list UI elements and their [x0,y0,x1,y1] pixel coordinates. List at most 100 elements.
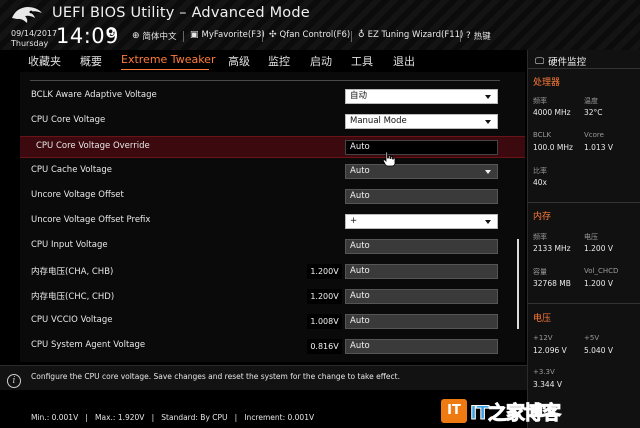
ratio-value: 40x [533,178,547,187]
tab-favorites[interactable]: 收藏夹 [28,53,61,69]
mem-capacity-value: 32768 MB [533,279,571,288]
tab-tool[interactable]: 工具 [351,53,373,69]
hardware-monitor-title: 🖵 硬件监控 [535,54,587,69]
input-value: Auto [350,241,370,251]
cpu-core-voltage-override-input[interactable]: Auto [345,140,498,155]
tab-main[interactable]: 概要 [80,53,102,69]
setting-label: CPU Cache Voltage [31,165,113,175]
date-text: 09/14/2017 [11,29,58,38]
input-value: Auto [350,266,370,276]
setting-row-uncore-offset-prefix[interactable]: Uncore Voltage Offset Prefix + [20,211,525,233]
bclk-label: BCLK [533,131,552,139]
setting-row-cpu-system-agent-voltage[interactable]: CPU System Agent Voltage 0.816V Auto [20,336,525,358]
v12-label: +12V [533,334,553,342]
mem-freq-value: 2133 MHz [533,244,571,253]
setting-row-cpu-cache-voltage[interactable]: CPU Cache Voltage Auto [20,161,525,183]
input-value: Auto [350,316,370,326]
setting-row-cpu-vccio-voltage[interactable]: CPU VCCIO Voltage 1.008V Auto [20,311,525,333]
setting-row-bclk-aware[interactable]: BCLK Aware Adaptive Voltage 自动 [20,86,525,108]
setting-row-dram-voltage-chab[interactable]: 内存电压(CHA, CHB) 1.200V Auto [20,261,525,283]
date-display: 09/14/2017 Thursday [11,29,57,49]
myfavorite-button[interactable]: ▣ MyFavorite(F3) [190,30,265,40]
tab-exit[interactable]: 退出 [393,53,415,69]
setting-row-uncore-voltage-offset[interactable]: Uncore Voltage Offset Auto [20,186,525,208]
v33-value: 3.344 V [533,380,562,389]
setting-label: CPU VCCIO Voltage [31,315,113,325]
ez-tuning-wizard-button[interactable]: ♁ EZ Tuning Wizard(F11) [358,30,463,40]
setting-label: Uncore Voltage Offset Prefix [31,215,151,225]
dropdown-value: Auto [350,166,370,176]
cpu-freq-value: 4000 MHz [533,108,571,117]
divider [527,303,640,304]
hand-cursor-icon [382,151,396,167]
fan-icon: ✣ [269,30,277,40]
monitor-title-text: 硬件监控 [548,57,587,68]
setting-row-cpu-core-voltage-override[interactable]: CPU Core Voltage Override Auto [20,136,525,158]
current-voltage: 1.200V [307,264,342,279]
scrollbar[interactable] [517,239,519,329]
myfavorite-label: MyFavorite(F3) [201,30,265,40]
tab-advanced[interactable]: 高级 [228,53,250,69]
chevron-down-icon [485,170,491,174]
rog-logo-icon [12,7,42,23]
bios-title: UEFI BIOS Utility – Advanced Mode [52,5,310,21]
vol-chcd-label: Vol_CHCD [584,267,619,275]
input-value: Auto [350,142,370,152]
dram-voltage-chcd-input[interactable]: Auto [345,289,498,304]
chevron-down-icon [485,120,491,124]
setting-row-dram-voltage-chcd[interactable]: 内存电压(CHC, CHD) 1.200V Auto [20,286,525,308]
ez-tuning-label: EZ Tuning Wizard(F11) [367,30,464,40]
cpu-cache-voltage-dropdown[interactable]: Auto [345,164,498,179]
setting-label: BCLK Aware Adaptive Voltage [31,90,157,100]
vcore-label: Vcore [584,131,604,139]
setting-label: CPU System Agent Voltage [31,340,146,350]
v12-value: 12.096 V [533,346,567,355]
processor-heading: 处理器 [533,78,561,88]
input-value: Auto [350,291,370,301]
setting-label: 内存电压(CHC, CHD) [31,292,115,302]
current-voltage: 0.816V [307,339,342,354]
mem-volt-label: 电压 [584,233,598,241]
cpu-core-voltage-dropdown[interactable]: Manual Mode [345,114,498,129]
divider [183,31,184,42]
setting-label: 内存电压(CHA, CHB) [31,267,114,277]
chevron-down-icon [485,95,491,99]
gear-icon[interactable]: ✿ [106,25,115,38]
current-voltage: 1.200V [307,289,342,304]
divider [262,31,263,42]
dram-voltage-chab-input[interactable]: Auto [345,264,498,279]
setting-label: Uncore Voltage Offset [31,190,124,200]
cpu-vccio-voltage-input[interactable]: Auto [345,314,498,329]
hotkey-label: 热键 [473,32,491,42]
mem-freq-label: 频率 [533,233,547,241]
cpu-system-agent-voltage-input[interactable]: Auto [345,339,498,354]
setting-row-cpu-core-voltage[interactable]: CPU Core Voltage Manual Mode [20,111,525,133]
tab-monitor[interactable]: 监控 [268,53,290,69]
chevron-down-icon [485,220,491,224]
bulb-icon: ♁ [358,30,365,40]
setting-row-cpu-input-voltage[interactable]: CPU Input Voltage Auto [20,236,525,258]
help-text: Configure the CPU core voltage. Save cha… [31,372,400,381]
mem-volt-value: 1.200 V [584,244,613,253]
vol-chcd-value: 1.200 V [584,279,613,288]
watermark-text: IT之家博客 [469,402,561,425]
setting-label: CPU Core Voltage [31,115,106,125]
hotkey-button[interactable]: ? 热键 [466,30,491,42]
uncore-voltage-offset-input[interactable]: Auto [345,189,498,204]
monitor-screen-icon: 🖵 [535,55,545,67]
v5-label: +5V [584,334,600,342]
divider [460,31,461,42]
current-voltage: 1.008V [307,314,342,329]
uncore-offset-prefix-dropdown[interactable]: + [345,214,498,229]
bclk-aware-dropdown[interactable]: 自动 [345,89,498,104]
v5-value: 5.040 V [584,346,613,355]
hotkey-icon: ? [466,31,471,41]
setting-label: CPU Core Voltage Override [36,141,150,151]
language-button[interactable]: ⊕ 简体中文 [132,30,177,42]
cpu-input-voltage-input[interactable]: Auto [345,239,498,254]
day-text: Thursday [11,39,49,48]
divider [527,68,640,69]
tab-boot[interactable]: 启动 [310,53,332,69]
tab-extreme-tweaker[interactable]: Extreme Tweaker [121,53,215,66]
qfan-control-button[interactable]: ✣ Qfan Control(F6) [269,30,350,40]
